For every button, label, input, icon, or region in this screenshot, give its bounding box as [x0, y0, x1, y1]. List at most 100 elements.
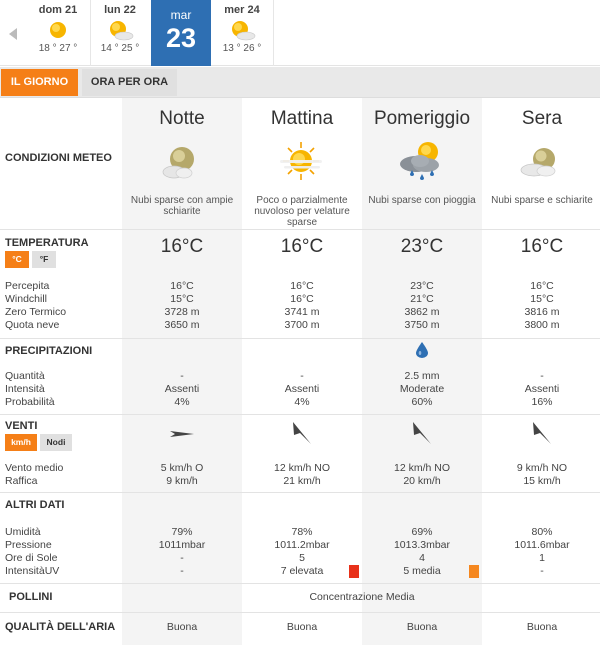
day-name: mar — [170, 8, 192, 22]
condition-desc-sera: Nubi sparse e schiarite — [491, 195, 593, 206]
sun-cloud-icon — [110, 21, 134, 41]
cell: Assenti — [524, 383, 560, 395]
cell: 3650 m — [164, 319, 200, 331]
cell: 78% — [291, 526, 313, 538]
cell: 3700 m — [284, 319, 320, 331]
cell: 79% — [171, 526, 193, 538]
cell: 69% — [411, 526, 433, 538]
cell: 3728 m — [164, 306, 200, 318]
cell: - — [540, 565, 544, 577]
wind-direction-icon — [293, 422, 311, 444]
day-name: mer 24 — [224, 4, 260, 16]
cell: Assenti — [284, 383, 320, 395]
cell: 9 km/h NO — [516, 462, 568, 474]
condition-desc-pomeriggio: Nubi sparse con pioggia — [368, 195, 476, 206]
cell: 7 elevata — [280, 565, 324, 577]
cell: 12 km/h NO — [393, 462, 451, 474]
cell: 12 km/h NO — [273, 462, 331, 474]
column-header-notte: Notte — [159, 108, 205, 129]
temperature-value: 23°C — [400, 236, 444, 257]
cell: Assenti — [164, 383, 200, 395]
moon-cloud-icon — [520, 148, 556, 177]
cell: 15°C — [170, 293, 194, 305]
condition-desc-notte: Nubi sparse con ampie schiarite — [130, 195, 234, 217]
row-label: Percepita — [5, 280, 50, 292]
cell: 2.5 mm — [404, 370, 440, 382]
section-title-wind: VENTI — [5, 420, 38, 432]
day-item-mar-23[interactable]: mar 23 — [151, 0, 211, 66]
day-item-dom-21[interactable]: dom 21 18 ° 27 ° — [28, 0, 88, 66]
cell: - — [300, 370, 304, 382]
sun-icon — [50, 22, 66, 38]
temperature-value: 16°C — [520, 236, 564, 257]
unit-celsius-button[interactable]: °C — [5, 251, 29, 268]
cell: 21 km/h — [283, 475, 321, 487]
rain-drop-icon — [416, 342, 428, 358]
forecast-table: Notte Mattina Pomeriggio Sera CONDIZIONI… — [0, 98, 600, 645]
cell: 20 km/h — [403, 475, 441, 487]
cell: 4% — [174, 396, 190, 408]
cell: 16°C — [530, 280, 554, 292]
tab-ora-per-ora[interactable]: ORA PER ORA — [82, 69, 177, 96]
section-title-other-data: ALTRI DATI — [5, 499, 65, 511]
unit-fahrenheit-button[interactable]: °F — [32, 251, 56, 268]
cell: 3816 m — [524, 306, 560, 318]
day-item-mer-24[interactable]: mer 24 13 ° 26 ° — [211, 0, 273, 66]
tab-il-giorno[interactable]: IL GIORNO — [1, 69, 78, 96]
column-header-pomeriggio: Pomeriggio — [373, 108, 471, 129]
row-label: Raffica — [5, 475, 38, 487]
cell: 3862 m — [404, 306, 440, 318]
cell: 5 km/h O — [160, 462, 204, 474]
section-title-temperature: TEMPERATURA — [5, 237, 89, 249]
uv-level-indicator — [349, 565, 359, 578]
row-label: IntensitàUV — [5, 565, 60, 577]
cell: 5 — [299, 552, 305, 564]
uv-level-indicator — [469, 565, 479, 578]
cell: 9 km/h — [166, 475, 198, 487]
cell: - — [180, 565, 184, 577]
cell: 21°C — [410, 293, 434, 305]
unit-knots-button[interactable]: Nodi — [40, 434, 72, 451]
section-title-pollen: POLLINI — [9, 591, 53, 603]
cell: 4 — [419, 552, 425, 564]
pollen-concentration: Concentrazione Media — [309, 591, 415, 603]
column-header-sera: Sera — [521, 108, 563, 129]
cell: 1 — [539, 552, 545, 564]
cell: Buona — [406, 621, 438, 633]
cell: 60% — [411, 396, 433, 408]
section-title-conditions: CONDIZIONI METEO — [5, 152, 112, 164]
cell: Moderate — [399, 383, 445, 395]
cell: 1013.3mbar — [393, 539, 451, 551]
cell: - — [180, 370, 184, 382]
cell: 1011mbar — [158, 539, 206, 551]
cell: 3800 m — [524, 319, 560, 331]
cell: 23°C — [410, 280, 434, 292]
wind-direction-icon — [170, 431, 194, 437]
cell: 3750 m — [404, 319, 440, 331]
day-temps: 14 ° 25 ° — [100, 43, 140, 54]
cell: 1011.6mbar — [514, 539, 570, 551]
chevron-left-icon[interactable] — [9, 28, 17, 40]
moon-cloud-icon — [162, 147, 194, 179]
cell: 15°C — [530, 293, 554, 305]
cell: 16°C — [290, 293, 314, 305]
cell: 3741 m — [284, 306, 320, 318]
row-label: Ore di Sole — [5, 552, 58, 564]
row-label: Quota neve — [5, 319, 60, 331]
cell: 15 km/h — [523, 475, 561, 487]
row-label: Quantità — [5, 370, 45, 382]
condition-desc-mattina: Poco o parzialmente nuvoloso per velatur… — [254, 195, 350, 228]
column-header-mattina: Mattina — [270, 108, 334, 129]
row-label: Windchill — [5, 293, 48, 305]
row-label: Umidità — [5, 526, 41, 538]
day-strip: dom 21 18 ° 27 ° lun 22 14 ° 25 ° mar 23… — [0, 0, 600, 66]
unit-kmh-button[interactable]: km/h — [5, 434, 37, 451]
wind-direction-icon — [533, 422, 551, 444]
day-item-lun-22[interactable]: lun 22 14 ° 25 ° — [90, 0, 150, 66]
row-label: Probabilità — [5, 396, 55, 408]
cell: - — [540, 370, 544, 382]
sun-cloud-icon — [232, 21, 256, 41]
cell: Buona — [166, 621, 198, 633]
cell: Buona — [526, 621, 558, 633]
cell: - — [180, 552, 184, 564]
